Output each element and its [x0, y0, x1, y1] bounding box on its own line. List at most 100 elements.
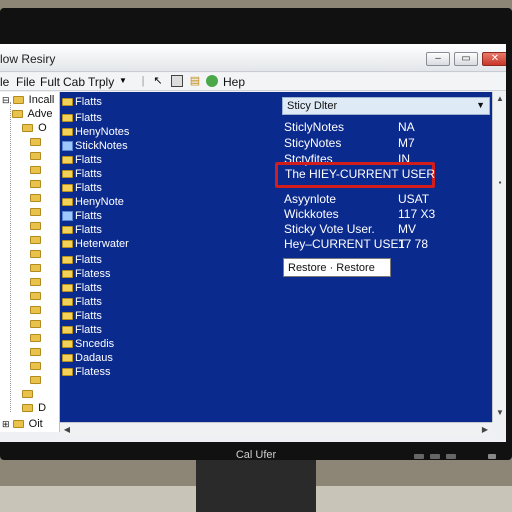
tree-item-sub[interactable] — [30, 360, 43, 374]
menu-item-trply[interactable]: Trply — [88, 75, 114, 89]
tree-item-o[interactable]: O — [22, 122, 47, 136]
value-row[interactable]: Asyynlote USAT — [284, 192, 484, 206]
value-name: SticlyNotes — [284, 120, 345, 134]
list-item-label: Flatess — [75, 366, 111, 378]
restore-button[interactable]: Restore · Restore — [283, 258, 391, 277]
power-button[interactable] — [488, 454, 496, 459]
list-item[interactable]: Flatess — [62, 268, 110, 282]
tree-item-sub[interactable] — [30, 164, 43, 178]
minimize-button[interactable]: – — [426, 52, 450, 66]
document-icon[interactable] — [171, 75, 183, 87]
value-row[interactable]: Sticky Vote User. MV — [284, 222, 484, 236]
refresh-icon[interactable] — [206, 75, 218, 87]
folder-icon — [30, 320, 41, 329]
folder-icon[interactable]: ▤ — [189, 75, 201, 87]
scroll-up-icon[interactable]: ▲ — [495, 94, 505, 104]
tree-item-sub[interactable] — [30, 206, 43, 220]
list-item[interactable]: Flatts — [62, 282, 102, 296]
tree-item-sub[interactable] — [30, 346, 43, 360]
tree-item-sub[interactable] — [30, 178, 43, 192]
list-item[interactable]: Dadaus — [62, 352, 113, 366]
list-item[interactable]: Flatess — [62, 366, 110, 380]
value-row[interactable]: SticlyNotes NA — [284, 120, 484, 134]
list-item[interactable]: Flatts — [62, 296, 102, 310]
tree-item-sub[interactable] — [30, 136, 43, 150]
tree-item-sub[interactable] — [30, 304, 43, 318]
horizontal-scrollbar[interactable]: ◀ ▶ — [60, 422, 492, 436]
tree-item-incall[interactable]: ⊟ Incall — [2, 94, 54, 108]
expand-icon[interactable]: ⊞ — [2, 419, 10, 429]
list-item[interactable]: Flatts — [62, 112, 102, 126]
list-item[interactable]: Flatts — [62, 182, 102, 196]
tree-item-sub[interactable] — [30, 234, 43, 248]
value-name: Asyynlote — [284, 192, 337, 206]
folder-icon — [12, 96, 24, 105]
separator-icon: | — [141, 75, 145, 87]
menu-item-fult[interactable]: Fult — [40, 75, 60, 89]
list-item-label: Flatts — [75, 210, 102, 222]
scroll-thumb-icon[interactable]: ▪ — [495, 178, 505, 188]
scroll-left-icon[interactable]: ◀ — [62, 425, 72, 435]
value-data: 17 78 — [398, 237, 429, 251]
list-item[interactable]: Flatts — [62, 154, 102, 168]
list-item[interactable]: Sncedis — [62, 338, 114, 352]
tree-item-sub[interactable] — [30, 276, 43, 290]
maximize-button[interactable]: ▭ — [454, 52, 478, 66]
tree-item-sub[interactable] — [30, 192, 43, 206]
cursor-icon[interactable]: ↖ — [152, 75, 164, 87]
tree-item-sub[interactable] — [30, 220, 43, 234]
folder-icon — [30, 194, 41, 203]
tree-item-adve[interactable]: Adve — [12, 108, 53, 122]
highlighted-value[interactable]: The HIEY-CURRENT USER — [285, 167, 435, 181]
tree-item-sub[interactable] — [30, 248, 43, 262]
tree-item-oit[interactable]: ⊞ Oit — [2, 418, 43, 432]
menu-item-file[interactable]: File — [16, 75, 35, 89]
collapse-icon[interactable]: ⊟ — [2, 95, 10, 105]
folder-icon — [30, 376, 41, 385]
window-title: low Resiry — [0, 52, 56, 66]
folder-icon — [30, 236, 41, 245]
tree-item-sub[interactable] — [30, 332, 43, 346]
list-item[interactable]: Flatts — [62, 210, 102, 224]
list-item[interactable]: Flatts — [62, 96, 102, 110]
list-item-label: Sncedis — [75, 338, 115, 350]
tree-item-d[interactable]: D — [22, 402, 46, 416]
tree-item-sub[interactable] — [30, 374, 43, 388]
list-item[interactable]: Flatts — [62, 168, 102, 182]
value-row[interactable]: Wickkotes 117 X3 — [284, 207, 484, 221]
vertical-scrollbar[interactable]: ▲ ▪ ▼ — [492, 92, 506, 422]
scroll-down-icon[interactable]: ▼ — [495, 408, 505, 418]
filter-dropdown[interactable]: Sticy Dlter ▼ — [282, 97, 490, 115]
tree-item-sub[interactable] — [30, 262, 43, 276]
scroll-right-icon[interactable]: ▶ — [480, 425, 490, 435]
list-item[interactable]: StickNotes — [62, 140, 128, 154]
list-item[interactable]: Flatts — [62, 324, 102, 338]
folder-icon — [22, 390, 33, 399]
folder-icon — [30, 306, 41, 315]
value-row[interactable]: SticyNotes M7 — [284, 136, 484, 150]
tree-item-sub[interactable] — [22, 388, 35, 402]
folder-icon — [62, 128, 73, 137]
tree-item-sub[interactable] — [30, 290, 43, 304]
monitor-button[interactable] — [430, 454, 440, 459]
list-item[interactable]: Heterwater — [62, 238, 129, 252]
list-item[interactable]: Flatts — [62, 254, 102, 268]
monitor-button[interactable] — [446, 454, 456, 459]
tree-item-sub[interactable] — [30, 150, 43, 164]
list-item[interactable]: Flatts — [62, 310, 102, 324]
folder-icon — [62, 326, 73, 335]
menu-item-cab[interactable]: Cab — [63, 75, 85, 89]
list-item[interactable]: HenyNote — [62, 196, 124, 210]
list-item[interactable]: HenyNotes — [62, 126, 129, 140]
value-row[interactable]: Hey–CURRENT USET 17 78 — [284, 237, 484, 251]
close-button[interactable]: ✕ — [482, 52, 506, 66]
menu-item-le[interactable]: le — [0, 75, 9, 89]
monitor-bezel: low Resiry – ▭ ✕ le File Fult Cab Trply … — [0, 8, 512, 461]
folder-icon — [62, 368, 73, 377]
chevron-down-icon[interactable]: ▼ — [476, 100, 485, 110]
chevron-down-icon[interactable]: ▼ — [117, 75, 129, 87]
tree-item-sub[interactable] — [30, 318, 43, 332]
list-item[interactable]: Flatts — [62, 224, 102, 238]
menu-item-help[interactable]: Hep — [223, 75, 245, 89]
monitor-button[interactable] — [414, 454, 424, 459]
